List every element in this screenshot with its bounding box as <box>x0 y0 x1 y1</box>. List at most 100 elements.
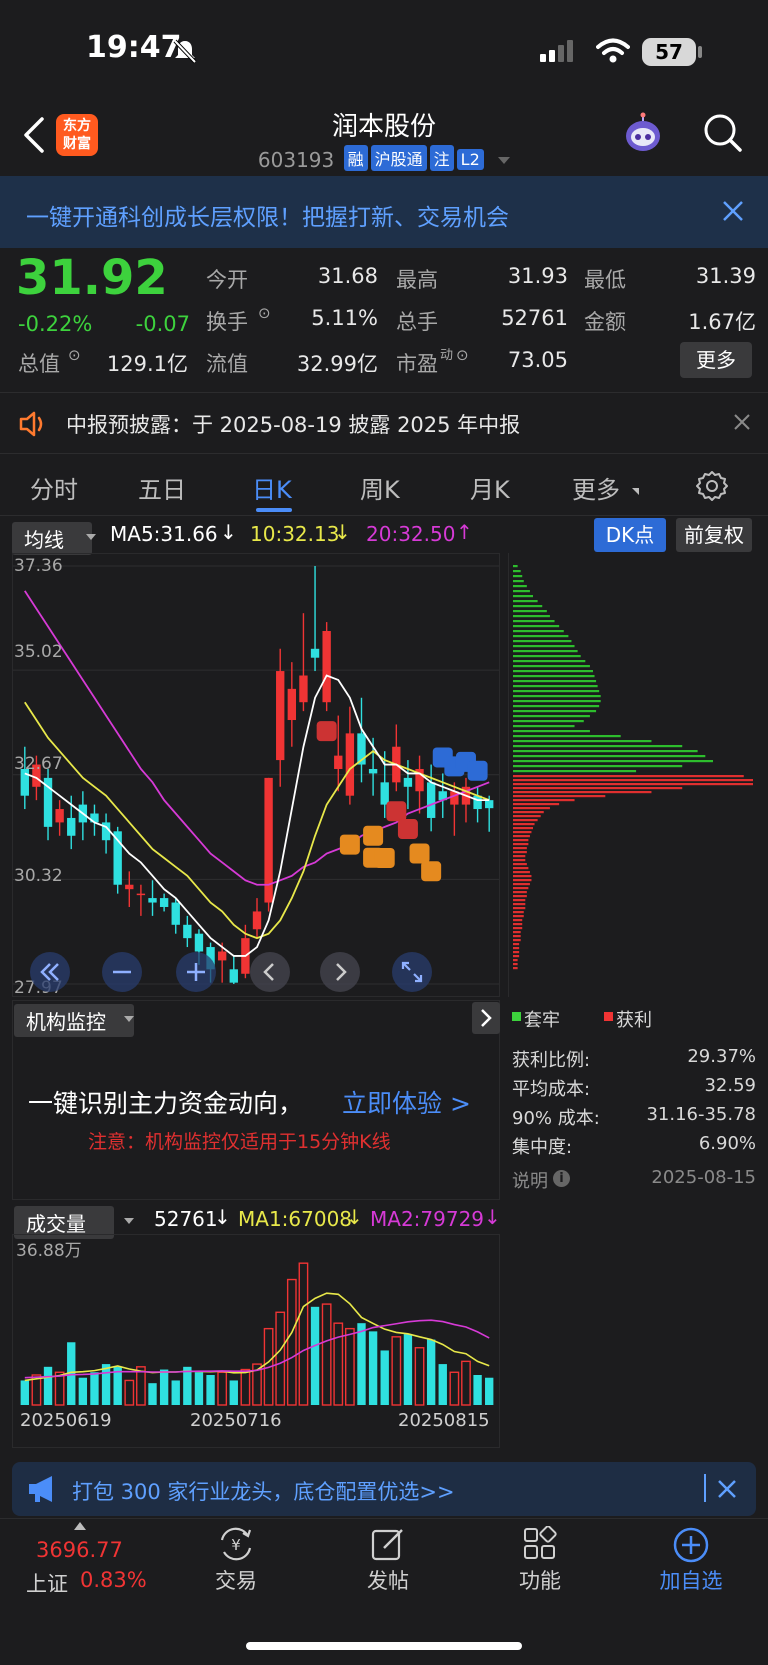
explain-label[interactable]: 说明 <box>512 1167 548 1193</box>
dk-point-button[interactable]: DK点 <box>594 518 666 552</box>
chip-bar-profit <box>513 955 520 958</box>
candle-body <box>217 951 227 961</box>
settings-gear-icon[interactable] <box>696 470 728 502</box>
signal-marker <box>363 825 384 846</box>
profit-ratio-label: 获利比例: <box>512 1050 591 1071</box>
chip-bar-trapped <box>513 745 683 748</box>
info-icon[interactable]: i <box>553 1170 570 1187</box>
tab-trade[interactable]: 交易 <box>186 1565 286 1595</box>
try-now-link[interactable]: 立即体验 > <box>342 1084 471 1120</box>
volume-bar <box>194 1372 204 1405</box>
zoom-out-button[interactable] <box>102 952 142 992</box>
candle-body <box>229 969 238 983</box>
chip-bar-trapped <box>513 675 595 678</box>
inst-monitor-selector[interactable]: 机构监控 <box>14 1004 134 1037</box>
tab-add-watchlist[interactable]: 加自选 <box>641 1565 741 1595</box>
candle-body <box>55 809 64 823</box>
candle-body <box>136 893 146 896</box>
rewind-button[interactable] <box>30 952 70 992</box>
corner-triangle-icon <box>632 488 639 495</box>
chip-bar-profit <box>513 839 529 842</box>
expand-icon <box>401 961 423 983</box>
float-value: 32.99亿 <box>296 352 378 376</box>
tab-monthly-k[interactable]: 月K <box>470 470 510 505</box>
chip-bar-trapped <box>513 605 543 608</box>
volume-bar <box>380 1350 389 1405</box>
volume-bar <box>391 1336 402 1406</box>
chip-bar-trapped <box>513 615 550 618</box>
chip-bar-trapped <box>513 655 581 658</box>
status-bar: 19:47 57 <box>0 0 768 100</box>
kline-chart[interactable] <box>12 553 500 997</box>
volume-bar <box>229 1380 238 1405</box>
y-axis-label: 37.36 <box>14 556 63 576</box>
zoom-in-button[interactable] <box>176 952 216 992</box>
expand-panel-button[interactable] <box>472 1002 500 1034</box>
notice-text[interactable]: 中报预披露：于 2025-08-19 披露 2025 年中报 <box>66 409 520 439</box>
chip-bar-trapped <box>513 725 575 728</box>
scroll-left-button[interactable] <box>250 952 290 992</box>
tab-functions[interactable]: 功能 <box>490 1565 590 1595</box>
caret-down-icon <box>86 534 96 540</box>
svg-text:¥: ¥ <box>231 1536 241 1554</box>
fullscreen-button[interactable] <box>392 952 432 992</box>
chip-bar-trapped <box>513 575 523 578</box>
stock-name[interactable]: 润本股份 <box>0 106 768 143</box>
stock-code-row[interactable]: 603193 融沪股通注 L2 <box>0 145 768 172</box>
index-value[interactable]: 3696.77 <box>36 1538 123 1562</box>
chip-bar-profit <box>513 895 527 898</box>
chip-bar-profit <box>513 799 575 802</box>
signal-marker <box>421 861 442 882</box>
candle-body <box>159 898 169 907</box>
info-dots-icon[interactable]: ⊙ <box>258 304 271 322</box>
more-button[interactable]: 更多 <box>680 342 752 378</box>
tab-daily-k[interactable]: 日K <box>252 470 292 505</box>
candle-body <box>310 648 320 658</box>
chip-bar-profit <box>513 875 532 878</box>
tab-five-day[interactable]: 五日 <box>138 470 186 505</box>
chip-bar-trapped <box>513 750 698 753</box>
tab-post[interactable]: 发帖 <box>338 1565 438 1595</box>
vol-ma2-line <box>24 1319 490 1379</box>
ad-text[interactable]: 打包 300 家行业龙头，底仓配置优选>> <box>72 1476 455 1506</box>
signal-marker <box>374 847 395 868</box>
scroll-right-button[interactable] <box>320 952 360 992</box>
low-value: 31.39 <box>695 264 756 288</box>
tab-more[interactable]: 更多 <box>572 470 620 505</box>
candle-body <box>287 688 297 721</box>
close-icon[interactable] <box>722 200 744 222</box>
chip-bar-profit <box>513 883 530 886</box>
chevron-right-icon <box>481 1009 492 1027</box>
amount-value: 1.67亿 <box>688 310 756 334</box>
volume-bar <box>275 1311 286 1406</box>
adjust-button[interactable]: 前复权 <box>676 518 752 552</box>
index-name[interactable]: 上证 <box>26 1568 68 1598</box>
chip-bar-profit <box>513 963 518 966</box>
vol-ma1-line <box>24 1292 490 1382</box>
chip-distribution[interactable] <box>508 553 758 997</box>
index-change[interactable]: 0.83% <box>80 1568 147 1592</box>
close-icon[interactable] <box>734 414 750 430</box>
arrow-down-icon: ↓ <box>484 1205 501 1229</box>
chip-bar-profit <box>513 871 530 874</box>
chip-bar-trapped <box>513 565 518 568</box>
info-dots-icon[interactable]: ⊙ <box>456 346 469 364</box>
promo-banner-text[interactable]: 一键开通科创成长层权限！把握打新、交易机会 <box>26 198 509 232</box>
avg-cost-label: 平均成本: <box>512 1079 591 1100</box>
chip-bar-trapped <box>513 730 590 733</box>
volume-bar <box>333 1322 344 1406</box>
chip-bar-profit <box>513 791 652 794</box>
chip-bar-trapped <box>513 690 600 693</box>
total-value: 129.1亿 <box>106 352 188 376</box>
chip-bar-profit <box>513 795 606 798</box>
volume-bar <box>310 1306 320 1405</box>
info-dots-icon[interactable]: ⊙ <box>68 346 81 364</box>
chip-bar-profit <box>513 863 527 866</box>
change-amount: -0.07 <box>135 312 190 336</box>
caret-down-icon <box>124 1218 134 1224</box>
chip-bar-profit <box>513 779 753 782</box>
tab-weekly-k[interactable]: 周K <box>360 470 400 505</box>
indicator-selector[interactable]: 均线 <box>12 522 92 555</box>
close-icon[interactable] <box>718 1480 736 1498</box>
tab-intraday[interactable]: 分时 <box>30 470 78 505</box>
